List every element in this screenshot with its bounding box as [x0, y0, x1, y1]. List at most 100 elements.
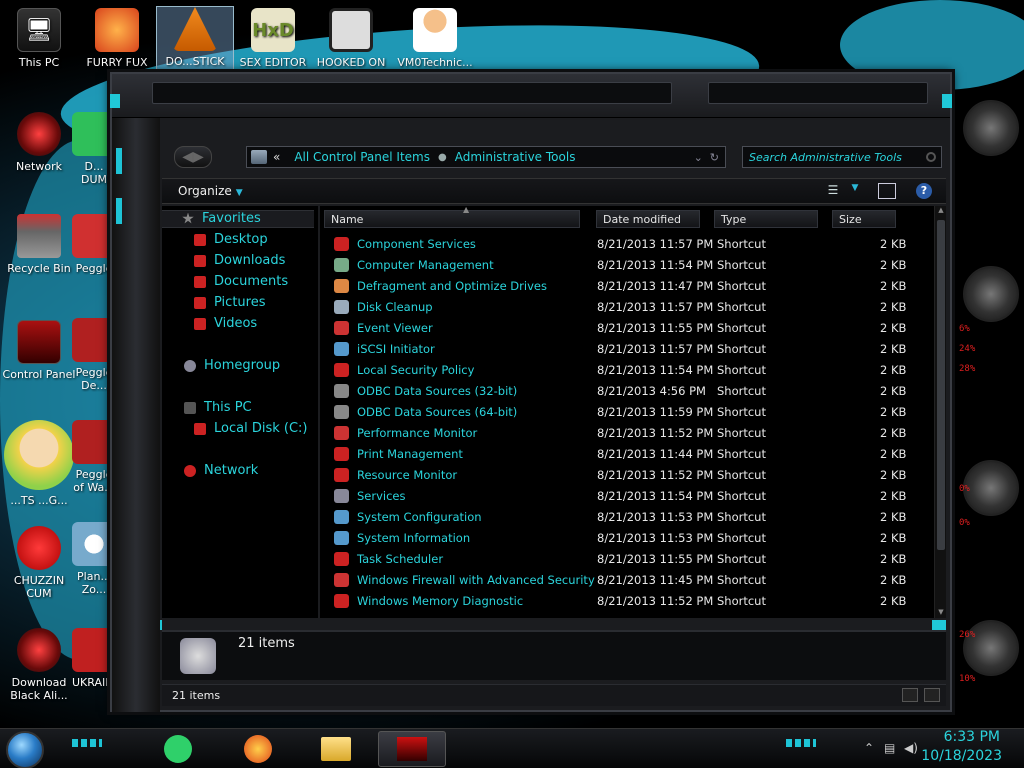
desktop-icon-label: Peggle De...	[75, 366, 113, 392]
file-type: Shortcut	[717, 573, 766, 587]
clock-date[interactable]: 10/18/2023	[921, 748, 1002, 764]
nav-label: This PC	[204, 400, 252, 415]
table-row[interactable]: Event Viewer 8/21/2013 11:55 PM Shortcut 2 …	[320, 318, 920, 339]
chevron-up-icon[interactable]: ⌃	[864, 741, 874, 755]
nav-homegroup[interactable]: Homegroup	[184, 358, 280, 373]
scroll-up-icon[interactable]: ▲	[935, 206, 947, 216]
table-row[interactable]: Task Scheduler 8/21/2013 11:55 PM Shortcut…	[320, 549, 920, 570]
column-label: Size	[839, 213, 862, 226]
firefox-icon	[244, 735, 272, 763]
desktop-icon-recycle-bin[interactable]: Recycle Bin	[0, 214, 78, 275]
view-options-icon[interactable]: ☰	[824, 183, 842, 199]
table-row[interactable]: Component Services 8/21/2013 11:57 PM Shor…	[320, 234, 920, 255]
address-bar[interactable]: « All Control Panel Items ● Administrati…	[246, 146, 726, 168]
desktop-icon-control-panel[interactable]: Control Panel	[0, 320, 78, 381]
table-row[interactable]: Computer Management 8/21/2013 11:54 PM Sho…	[320, 255, 920, 276]
table-row[interactable]: ODBC Data Sources (64-bit) 8/21/2013 11:5…	[320, 402, 920, 423]
table-row[interactable]: Performance Monitor 8/21/2013 11:52 PM Sho…	[320, 423, 920, 444]
desktop-icon-network[interactable]: Network	[0, 112, 78, 173]
clock-time[interactable]: 6:33 PM	[944, 729, 1000, 745]
address-dropdown-refresh-icons[interactable]: ⌄ ↻	[694, 151, 719, 164]
details-pane: 21 items	[162, 630, 946, 680]
title-bar[interactable]	[112, 74, 950, 118]
nav-downloads[interactable]: Downloads	[194, 253, 285, 268]
table-row[interactable]: Resource Monitor 8/21/2013 11:52 PM Shortc…	[320, 465, 920, 486]
nav-desktop[interactable]: Desktop	[194, 232, 268, 247]
network-status-icon[interactable]: ▤	[884, 741, 895, 755]
file-type: Shortcut	[717, 426, 766, 440]
volume-icon[interactable]: ◀)	[904, 741, 918, 755]
desktop-icon-vm0technic[interactable]: VM0Technic...	[396, 8, 474, 69]
nav-label: Desktop	[214, 232, 268, 247]
table-row[interactable]: Print Management 8/21/2013 11:44 PM Shortc…	[320, 444, 920, 465]
table-row[interactable]: Windows Memory Diagnostic 8/21/2013 11:52…	[320, 591, 920, 612]
breadcrumb-all-control-panel[interactable]: All Control Panel Items	[294, 150, 430, 164]
search-input[interactable]: Search Administrative Tools	[742, 146, 942, 168]
frame-accent	[942, 94, 952, 108]
search-icon[interactable]	[926, 152, 936, 162]
desktop-icon-chuzzin[interactable]: CHUZZIN CUM	[0, 526, 78, 600]
nav-pictures[interactable]: Pictures	[194, 295, 265, 310]
shortcut-icon	[334, 363, 349, 377]
desktop-icon-label: Control Panel	[2, 368, 76, 381]
start-button[interactable]	[6, 731, 44, 768]
column-header-type[interactable]: Type	[714, 210, 818, 228]
table-row[interactable]: Services 8/21/2013 11:54 PM Shortcut 2 KB	[320, 486, 920, 507]
help-icon[interactable]: ?	[916, 183, 932, 199]
column-header-name[interactable]: ▲ Name	[324, 206, 580, 228]
file-name: Services	[357, 489, 406, 503]
file-date: 8/21/2013 11:53 PM	[597, 510, 714, 524]
table-row[interactable]: Disk Cleanup 8/21/2013 11:57 PM Shortcut 2 …	[320, 297, 920, 318]
table-row[interactable]: iSCSI Initiator 8/21/2013 11:57 PM Shortcu…	[320, 339, 920, 360]
table-row[interactable]: ODBC Data Sources (32-bit) 8/21/2013 4:56…	[320, 381, 920, 402]
preview-pane-icon[interactable]	[878, 183, 896, 199]
chevron-down-icon[interactable]: ▼	[846, 183, 864, 199]
nav-this-pc[interactable]: This PC	[184, 400, 252, 415]
vertical-scrollbar[interactable]: ▲ ▼	[934, 206, 946, 618]
table-row[interactable]: Local Security Policy 8/21/2013 11:54 PM S…	[320, 360, 920, 381]
organize-button[interactable]: Organize ▼	[178, 184, 243, 198]
nav-videos[interactable]: Videos	[194, 316, 257, 331]
large-icons-view-icon[interactable]	[924, 688, 940, 702]
breadcrumb-overflow[interactable]: «	[273, 150, 280, 164]
videos-icon	[194, 317, 206, 330]
scroll-down-icon[interactable]: ▼	[935, 608, 947, 618]
table-row[interactable]: Defragment and Optimize Drives 8/21/2013 …	[320, 276, 920, 297]
nav-favorites[interactable]: Favorites	[182, 211, 261, 226]
desktop-icon-this-pc[interactable]: 🖥 This PC	[0, 8, 78, 69]
net-value: 26%	[959, 630, 976, 640]
file-size: 2 KB	[880, 279, 907, 293]
breadcrumb-separator-icon[interactable]: ●	[438, 152, 447, 163]
desktop-icon-joystick[interactable]: DO...STICK	[156, 6, 234, 72]
scroll-thumb[interactable]	[937, 220, 945, 550]
breadcrumb-administrative-tools[interactable]: Administrative Tools	[455, 150, 576, 164]
taskbar-app-notes[interactable]	[148, 731, 208, 767]
desktop-icon-hooked-on[interactable]: HOOKED ON	[312, 8, 390, 69]
taskbar-app-firefox[interactable]	[228, 731, 288, 767]
desktop-icon-furry-fux[interactable]: FURRY FUX	[78, 8, 156, 69]
column-header-size[interactable]: Size	[832, 210, 896, 228]
file-type: Shortcut	[717, 258, 766, 272]
file-type: Shortcut	[717, 552, 766, 566]
file-date: 8/21/2013 11:45 PM	[597, 573, 714, 587]
details-view-icon[interactable]	[902, 688, 918, 702]
nav-documents[interactable]: Documents	[194, 274, 288, 289]
nav-network[interactable]: Network	[184, 463, 258, 478]
shortcut-icon	[334, 321, 349, 335]
column-header-date[interactable]: Date modified	[596, 210, 700, 228]
table-row[interactable]: System Configuration 8/21/2013 11:53 PM Sh…	[320, 507, 920, 528]
file-size: 2 KB	[880, 426, 907, 440]
desktop-icon-character[interactable]: ...TS ...G...	[0, 420, 78, 507]
frame-accent	[116, 198, 122, 224]
desktop-icon-download-black[interactable]: Download Black Ali...	[0, 628, 78, 702]
file-list: ▲ Name Date modified Type Size Component…	[320, 206, 942, 618]
back-forward-button[interactable]: ◀▶	[174, 146, 212, 168]
network-globe-icon	[17, 112, 61, 156]
taskbar-app-file-explorer[interactable]	[306, 731, 366, 767]
table-row[interactable]: System Information 8/21/2013 11:53 PM Shor…	[320, 528, 920, 549]
desktop-icon-sex-editor[interactable]: HxD SEX EDITOR	[234, 8, 312, 69]
desktop-icon-label: Recycle Bin	[7, 262, 71, 275]
taskbar-app-control-panel[interactable]	[378, 731, 446, 767]
table-row[interactable]: Windows Firewall with Advanced Security 8…	[320, 570, 920, 591]
nav-local-disk[interactable]: Local Disk (C:)	[194, 421, 307, 436]
